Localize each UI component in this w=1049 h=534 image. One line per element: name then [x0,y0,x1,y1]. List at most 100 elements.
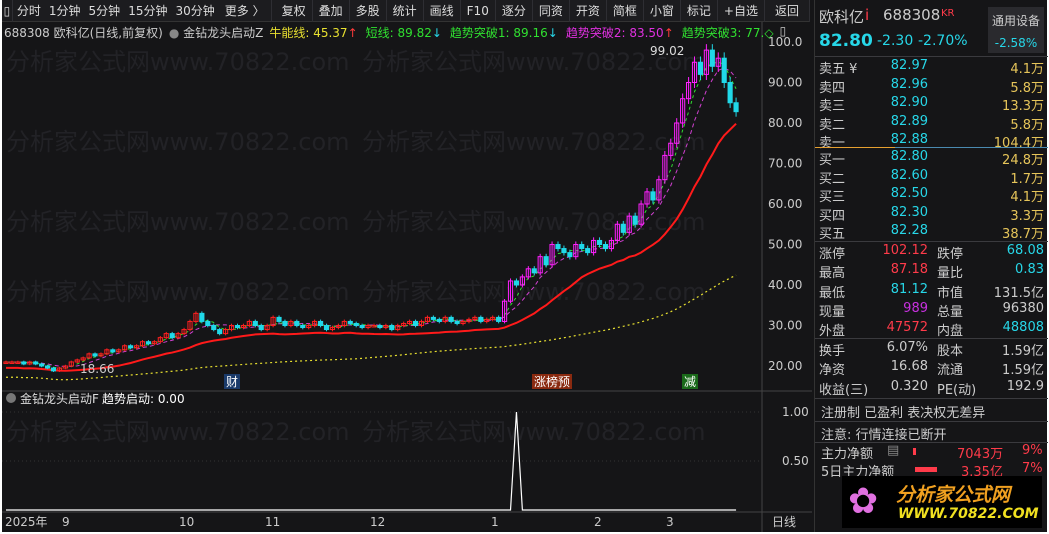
quote-row: 收益(三) 0.320 PE(动) 192.9 [815,379,1048,398]
stat-label: 跌停 [937,247,964,262]
candle [697,61,704,75]
candle [727,82,733,104]
level-price: 82.30 [890,204,928,220]
level-price: 82.88 [890,132,928,147]
candle [496,316,502,322]
last-price: 82.80 [819,31,873,51]
legend-value: 短线: 89.82 [365,26,432,40]
watermark-text: 分析家公式网www.70822.com [6,208,350,236]
stat-label: 总量 [937,304,964,320]
watermark-text: 分析家公式网www.70822.com [362,128,706,156]
level-volume: 4.1万 [1010,62,1044,77]
candle [513,280,520,286]
stat-label: PE(动) [937,382,977,398]
stat-label: 流通 [937,363,964,379]
level-price: 82.90 [890,95,928,110]
candle [318,320,324,327]
candle [377,325,383,329]
quote-panel: 欧科亿 i 688308 KR 通用设备 -2.58% 82.80 -2.30 … [814,0,1048,532]
candle [252,320,258,327]
sub-indicator-toggle-icon[interactable] [6,393,16,403]
level-price: 82.28 [890,223,928,238]
price-change: -2.30 [877,33,914,49]
kline-chart[interactable]: 分析家公式网www.70822.com 分析家公式网www.70822.com 分析… [2,0,814,532]
date-tick: 10 [179,515,194,529]
candle [169,333,175,339]
stat-value: 68.08 [1006,243,1044,258]
quote-row: 卖五 ¥ 82.97 4.1万 [815,58,1048,77]
level-label: 买三 [819,190,846,205]
watermark-text: 分析家公式网www.70822.com [362,278,706,306]
candle [44,365,51,369]
stock-code: 688308 [883,6,941,24]
flow5-bar [915,467,937,472]
price-tick: 20.00 [768,359,802,373]
high-label: 99.02 [650,44,684,58]
level-price: 82.50 [890,186,928,201]
candle [721,57,727,83]
level-price: 82.96 [890,76,928,92]
stat-value: 0.83 [1015,262,1044,278]
event-marker[interactable]: 减 [684,375,696,389]
stock-name: 欧科亿 [819,8,865,26]
legend-item: 趋势突破2: 83.50↑ [566,24,674,40]
candle [92,353,98,357]
legend-arrow-icon: ↓ [547,26,558,40]
connection-notice: 注意: 行情连接已断开 [821,428,947,443]
flow-bar [913,448,916,455]
candle [733,102,739,113]
stat-value: 16.68 [890,359,928,375]
indicator-selector[interactable]: ● 金钻龙头启动Z [169,24,264,40]
price-tick: 80.00 [768,116,802,130]
price-pct: -2.70% [918,33,968,49]
candle [531,268,537,274]
level-volume: 4.1万 [1010,190,1044,205]
candle [585,248,591,254]
level-label: 买五 [819,227,846,242]
candle [430,316,436,320]
event-marker[interactable]: 财 [226,375,238,389]
stat-label: 涨停 [819,247,846,262]
flow-label: 主力净额 [821,447,874,462]
list-icon[interactable]: ▤ [887,443,899,458]
stat-value: 102.12 [882,243,929,258]
site-logo: ✿ 分析家公式网 WWW.70822.COM [842,476,1042,528]
quote-row: 买三 82.50 4.1万 [815,186,1048,205]
candle [258,325,264,331]
level-label: 卖二 [819,117,846,133]
period-label[interactable]: 日线 [772,515,796,529]
legend-value: 趋势突破1: 89.16 [449,26,548,40]
candle [39,363,45,367]
candle [567,252,573,258]
stock-flag: i [865,6,870,24]
stat-value: 81.12 [890,281,928,297]
stat-label: 最高 [819,266,846,282]
event-marker[interactable]: 涨榜预 [534,374,570,389]
quote-row: 卖四 82.96 5.8万 [815,77,1048,96]
candle [234,325,241,329]
legend-item: 趋势突破1: 89.16↓ [450,24,558,40]
stat-value: 48808 [1002,320,1044,336]
candle [50,367,57,372]
stat-value: 1.59亿 [1002,363,1044,379]
candle [199,312,205,322]
stat-value: 96380 [1002,300,1044,316]
legend-arrow-icon: ↑ [347,26,358,40]
stock-tags: 注册制 已盈利 表决权无差异 [821,406,986,421]
stat-label: 量比 [937,266,964,282]
legend-item: 趋势突破3: 77.◇ [682,24,774,40]
watermark-text: 分析家公式网www.70822.com [6,278,350,306]
level-volume: 1.7万 [1010,171,1044,187]
candle [276,316,282,322]
panel-toggle-icon[interactable]: ▯ [780,24,787,40]
stat-label: 外盘 [819,324,846,340]
candle [596,239,603,245]
legend-arrow-icon: ◇ [764,26,774,40]
candle [389,325,395,331]
stat-value: 6.07% [886,340,928,355]
stat-value: 131.5亿 [993,285,1044,301]
candle [347,320,353,324]
quote-row: 买二 82.60 1.7万 [815,168,1048,187]
legend-value: 趋势突破3: 77. [681,26,765,40]
stat-value: 989 [903,300,928,316]
